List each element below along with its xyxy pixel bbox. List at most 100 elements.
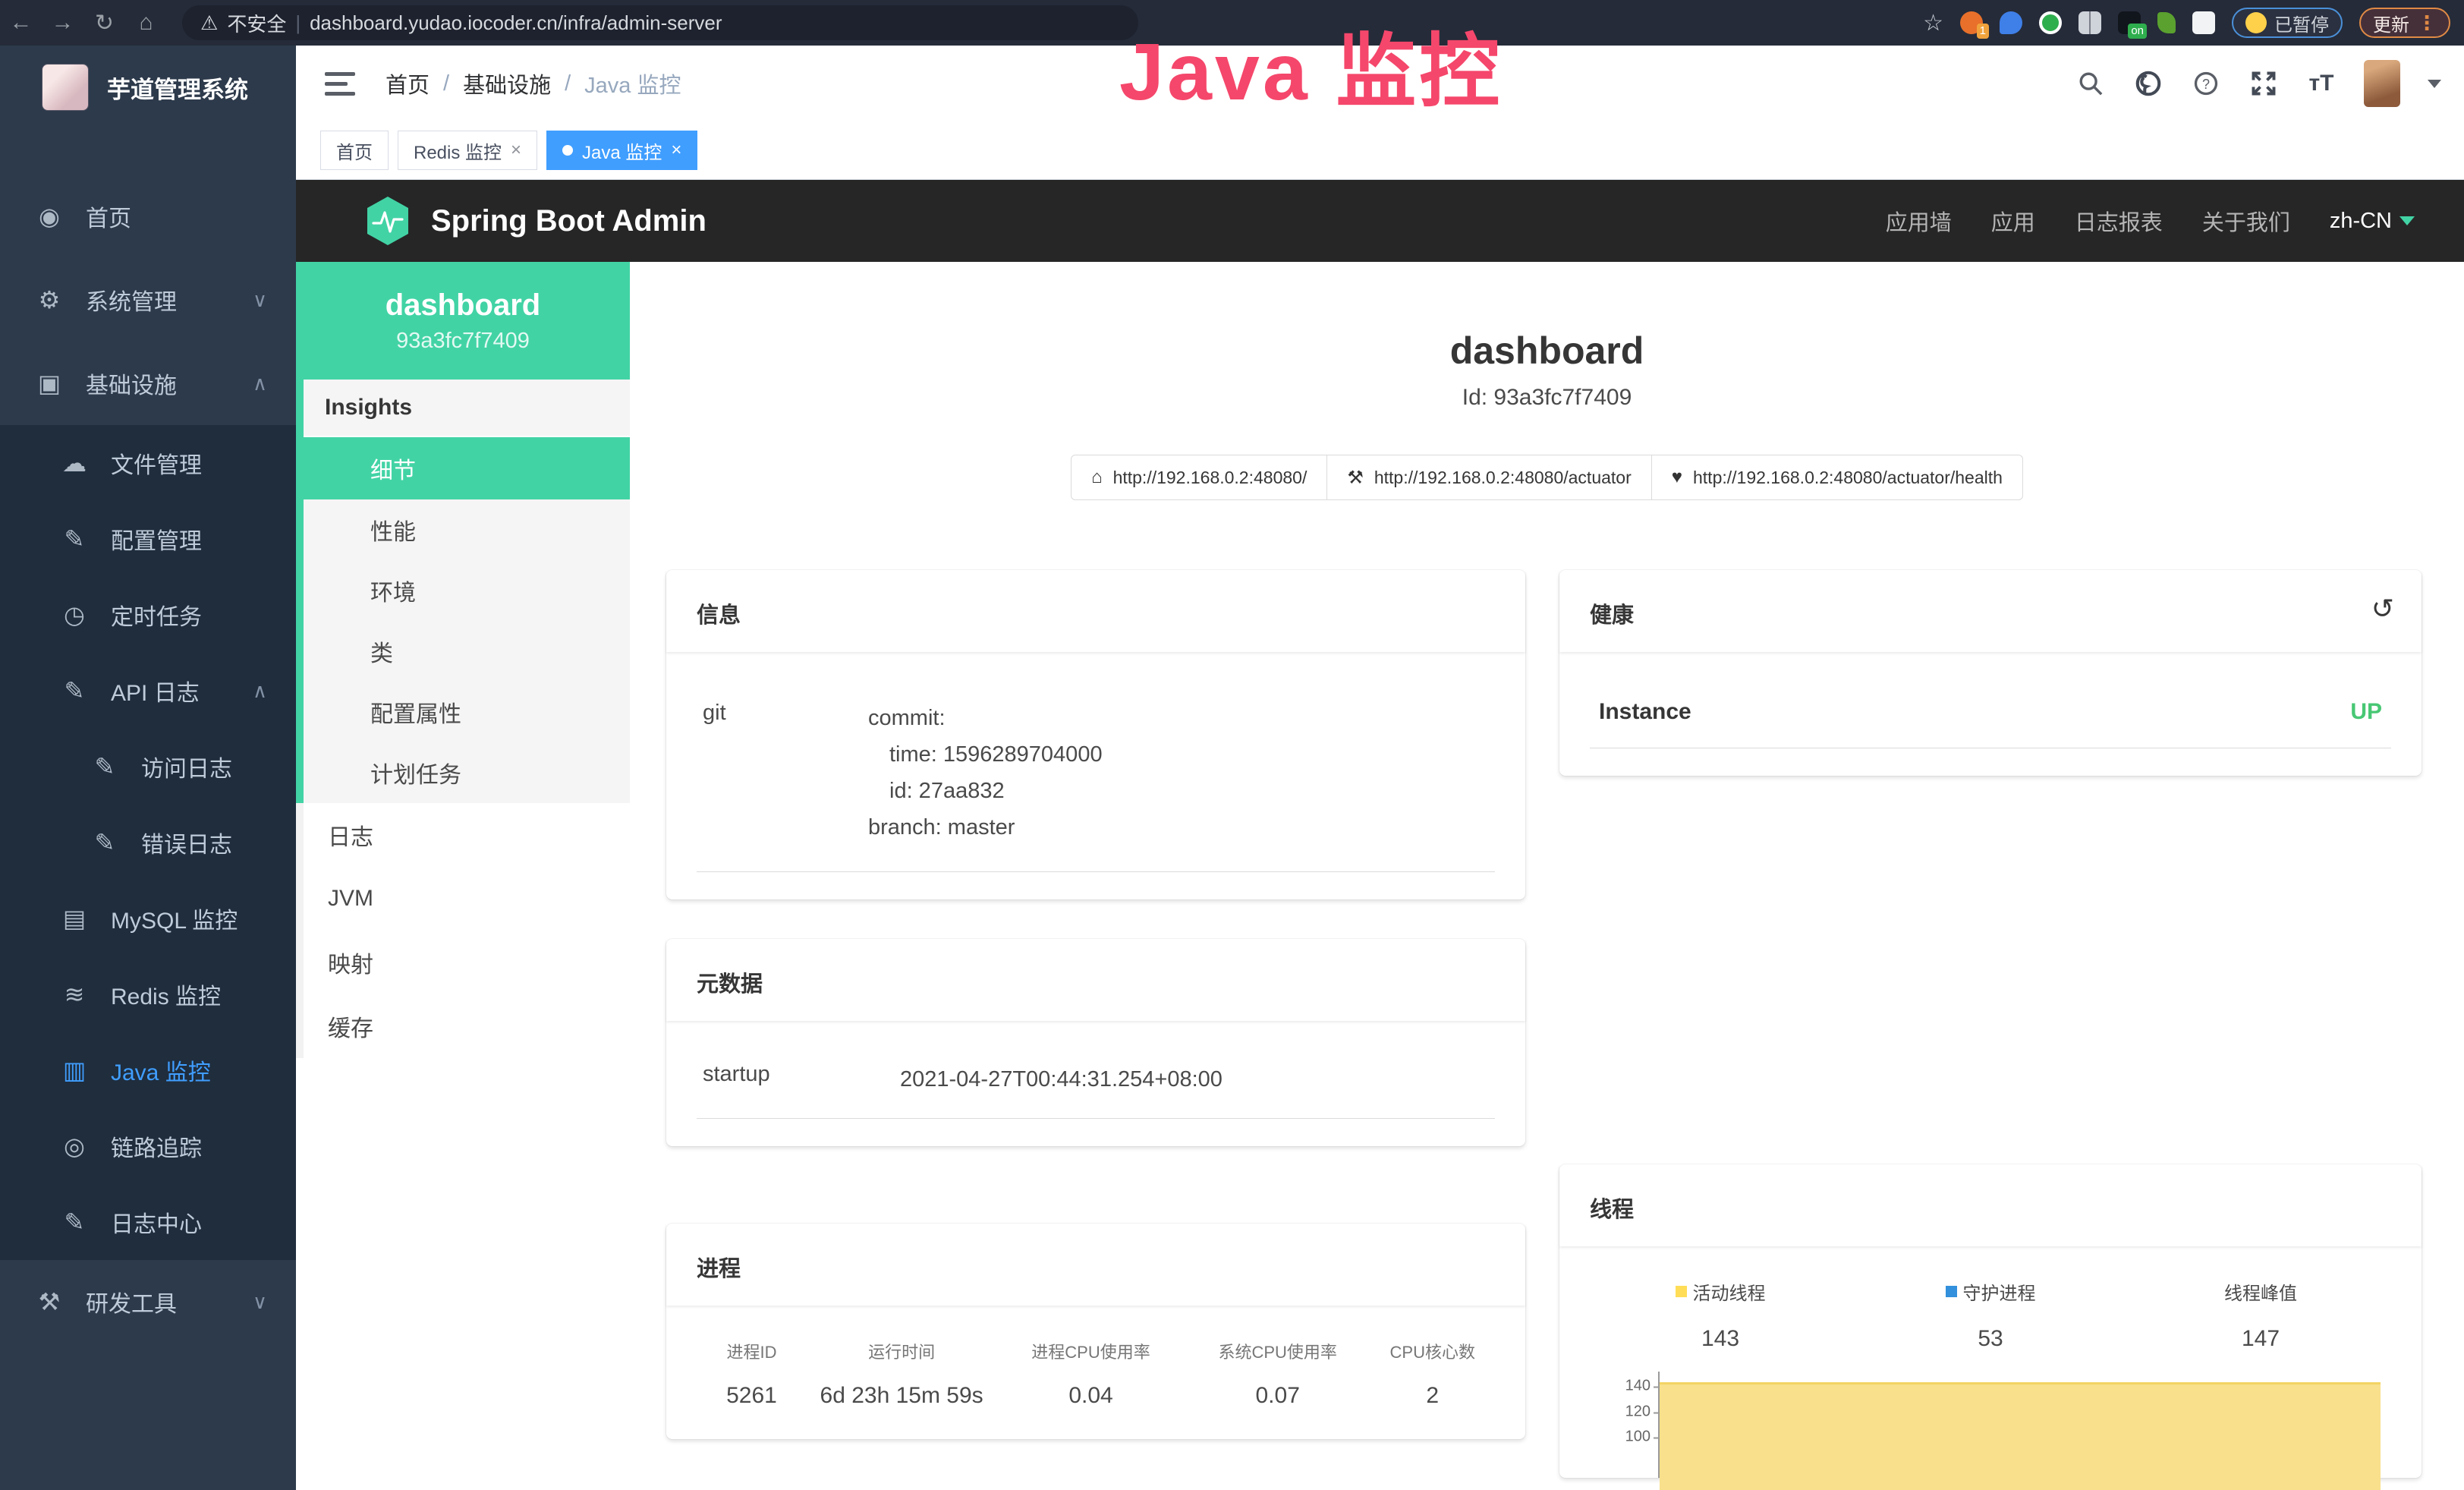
- sba-nav-wall[interactable]: 应用墙: [1886, 205, 1952, 237]
- browser-home-icon[interactable]: ⌂: [125, 10, 167, 36]
- sidebar-item-redis[interactable]: ≋ Redis 监控: [0, 956, 296, 1032]
- health-url-button[interactable]: ♥ http://192.168.0.2:48080/actuator/heal…: [1652, 455, 2023, 500]
- tab-java[interactable]: Java 监控 ×: [546, 131, 697, 170]
- log-edit-icon: ✎: [59, 676, 90, 705]
- user-avatar[interactable]: [2364, 60, 2400, 107]
- sba-brand[interactable]: Spring Boot Admin: [364, 195, 706, 247]
- app-title: 芋道管理系统: [107, 71, 248, 105]
- fullscreen-icon[interactable]: [2248, 68, 2279, 99]
- security-label[interactable]: 不安全: [227, 9, 286, 37]
- history-icon[interactable]: ↺: [2371, 593, 2394, 625]
- help-icon[interactable]: ?: [2191, 68, 2221, 99]
- browser-update-button[interactable]: 更新 ⋮: [2359, 8, 2450, 38]
- infra-submenu: ☁ 文件管理 ✎ 配置管理 ◷ 定时任务 ✎ API 日志 ∧ ✎ 访问日志 ✎: [0, 425, 296, 1260]
- sidebar-item-home[interactable]: ◉ 首页: [0, 175, 296, 258]
- sidebar-item-java[interactable]: ▥ Java 监控: [0, 1032, 296, 1108]
- forward-icon[interactable]: →: [42, 10, 83, 36]
- search-icon[interactable]: [2075, 68, 2106, 99]
- reload-icon[interactable]: ↻: [83, 10, 125, 36]
- tab-label: Redis 监控: [414, 137, 502, 164]
- sba-menu-insights: Insights: [304, 380, 630, 437]
- startup-value: 2021-04-27T00:44:31.254+08:00: [900, 1062, 1223, 1098]
- extension-colorpicker-icon[interactable]: 1: [1960, 11, 1983, 34]
- close-icon[interactable]: ×: [671, 140, 681, 161]
- process-value-pid: 5261: [695, 1383, 808, 1409]
- page-url[interactable]: dashboard.yudao.iocoder.cn/infra/admin-s…: [310, 11, 722, 35]
- bookmark-star-icon[interactable]: ☆: [1923, 10, 1943, 36]
- sba-menu-scheduledtasks[interactable]: 计划任务: [304, 742, 630, 803]
- legend-label: 线程峰值: [2224, 1278, 2297, 1305]
- sba-menu-caches[interactable]: 缓存: [304, 994, 630, 1058]
- omnibox-divider: |: [295, 11, 301, 35]
- sba-menu-logfile[interactable]: 日志: [304, 803, 630, 867]
- edit-icon: ✎: [59, 524, 90, 553]
- sidebar-item-errorlog[interactable]: ✎ 错误日志: [0, 805, 296, 880]
- process-value-cpus: 2: [1369, 1383, 1496, 1409]
- sidebar-item-system[interactable]: ⚙ 系统管理 ∨: [0, 258, 296, 342]
- address-bar[interactable]: ⚠ 不安全 | dashboard.yudao.iocoder.cn/infra…: [182, 5, 1138, 40]
- extension-badge-count: 1: [1977, 24, 1989, 39]
- sidebar-item-infra[interactable]: ▣ 基础设施 ∧: [0, 342, 296, 425]
- profile-paused-chip[interactable]: 已暂停: [2232, 8, 2343, 38]
- close-icon[interactable]: ×: [511, 140, 521, 161]
- threads-chart: 140 120 100: [1613, 1372, 2391, 1478]
- sba-content: dashboard Id: 93a3fc7f7409 ⌂ http://192.…: [630, 262, 2464, 1490]
- sidebar-item-file[interactable]: ☁ 文件管理: [0, 425, 296, 501]
- legend-label: 活动线程: [1693, 1278, 1766, 1305]
- actuator-url-button[interactable]: ⚒ http://192.168.0.2:48080/actuator: [1327, 455, 1651, 500]
- extension-leaf-icon[interactable]: [2157, 12, 2176, 33]
- legend-daemon-threads: 守护进程: [1946, 1278, 2036, 1305]
- sidebar-item-logcenter[interactable]: ✎ 日志中心: [0, 1184, 296, 1260]
- sba-nav-about[interactable]: 关于我们: [2202, 205, 2290, 237]
- extension-y-icon[interactable]: [2039, 11, 2062, 34]
- breadcrumb-home[interactable]: 首页: [385, 68, 430, 99]
- back-icon[interactable]: ←: [0, 10, 42, 36]
- sba-nav-applications[interactable]: 应用: [1991, 205, 2035, 237]
- sidebar-item-job[interactable]: ◷ 定时任务: [0, 577, 296, 653]
- sba-menu-env[interactable]: 环境: [304, 560, 630, 621]
- tab-home[interactable]: 首页: [320, 131, 389, 170]
- sba-nav-journal[interactable]: 日志报表: [2075, 205, 2163, 237]
- sidebar-item-trace[interactable]: ◎ 链路追踪: [0, 1108, 296, 1184]
- sba-menu-classes[interactable]: 类: [304, 621, 630, 682]
- breadcrumb-current: Java 监控: [584, 68, 681, 99]
- screen: ← → ↻ ⌂ ⚠ 不安全 | dashboard.yudao.iocoder.…: [0, 0, 2464, 1490]
- sba-menu-mappings[interactable]: 映射: [304, 931, 630, 994]
- user-caret-down-icon[interactable]: [2428, 80, 2441, 88]
- sba-menu-metrics[interactable]: 性能: [304, 499, 630, 560]
- sba-menu-configprops[interactable]: 配置属性: [304, 682, 630, 742]
- cards-area: 信息 git commit: time: 1596289704000 id: 2…: [630, 500, 2464, 1478]
- extension-tabs-icon[interactable]: on: [2118, 11, 2141, 34]
- sba-language-select[interactable]: zh-CN: [2330, 209, 2415, 234]
- ytick-100: 100: [1625, 1429, 1651, 1446]
- health-status-badge: UP: [2350, 699, 2382, 725]
- tab-redis[interactable]: Redis 监控 ×: [398, 131, 537, 170]
- page-annotation: Java 监控: [1119, 6, 1503, 123]
- sba-brand-title: Spring Boot Admin: [431, 204, 706, 238]
- wrench-icon: ⚒: [1347, 467, 1364, 489]
- browser-menu-dots-icon[interactable]: ⋮: [2417, 11, 2437, 35]
- font-size-icon[interactable]: тT: [2306, 68, 2337, 99]
- sba-menu-jvm[interactable]: JVM: [304, 867, 630, 931]
- layers-icon: ≋: [59, 980, 90, 1009]
- sidebar-item-mysql[interactable]: ▤ MySQL 监控: [0, 880, 296, 956]
- sidebar-item-config[interactable]: ✎ 配置管理: [0, 501, 296, 577]
- extension-grid-icon[interactable]: [2079, 11, 2101, 34]
- info-card-title: 信息: [697, 603, 741, 628]
- collapse-sidebar-icon[interactable]: [325, 72, 355, 96]
- sidebar-item-devtools[interactable]: ⚒ 研发工具 ∨: [0, 1260, 296, 1344]
- app-logo-row[interactable]: 芋道管理系统: [0, 46, 296, 129]
- threads-legend: 活动线程 143 守护进程 53: [1585, 1265, 2396, 1352]
- sidebar-item-accesslog[interactable]: ✎ 访问日志: [0, 729, 296, 805]
- page-title: dashboard: [630, 329, 2464, 373]
- page-instance-id: Id: 93a3fc7f7409: [630, 385, 2464, 411]
- breadcrumb-infra[interactable]: 基础设施: [463, 68, 551, 99]
- extension-pin-icon[interactable]: [2000, 11, 2022, 34]
- puzzle-extensions-icon[interactable]: [2192, 11, 2215, 34]
- sba-instance-header[interactable]: dashboard 93a3fc7f7409: [296, 262, 630, 380]
- health-instance-row[interactable]: Instance UP: [1590, 679, 2391, 748]
- sba-menu-details[interactable]: 细节: [304, 437, 630, 499]
- service-url-button[interactable]: ⌂ http://192.168.0.2:48080/: [1071, 455, 1327, 500]
- github-icon[interactable]: [2133, 68, 2163, 99]
- sidebar-item-apilog[interactable]: ✎ API 日志 ∧: [0, 653, 296, 729]
